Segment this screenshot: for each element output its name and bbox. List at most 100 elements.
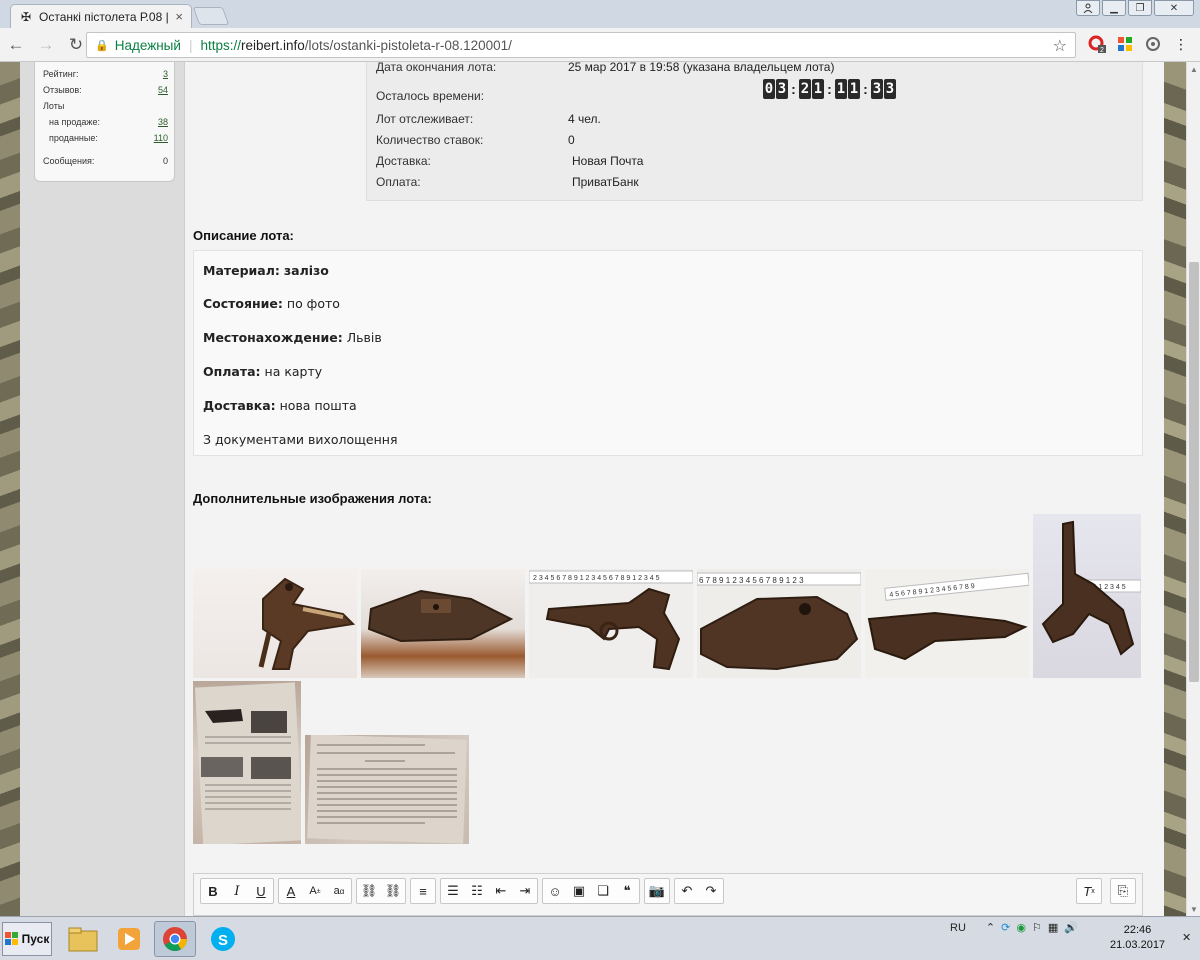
bids-label: Количество ставок: [376,133,484,147]
timer-days-digit: 0 [763,79,775,99]
sync-extension-icon[interactable] [1142,32,1164,56]
maltese-cross-icon: ✠ [20,9,32,24]
bids-row: Количество ставок: 0 [376,133,575,147]
redo-icon[interactable]: ↷ [699,879,723,903]
volume-icon[interactable]: 🔊 [1064,921,1078,934]
italic-icon[interactable]: I [225,879,249,903]
toggle-bbcode-icon[interactable]: ⎘ [1111,879,1135,903]
payment-row: Оплата: ПриватБанк [376,175,639,189]
location-line: Местонахождение: Львів [203,330,382,345]
sync-tray-icon[interactable]: ⟳ [1001,921,1010,934]
lock-icon: 🔒 [95,39,109,52]
puzzle-extension-icon[interactable] [1114,32,1136,56]
opera-extension-icon[interactable]: 2 [1086,32,1108,56]
vertical-scrollbar[interactable]: ▲ ▼ [1186,62,1200,916]
link-icon[interactable]: ⛓ [357,879,381,903]
address-bar[interactable]: 🔒 Надежный | https://reibert.info/lots/o… [86,32,1076,58]
bold-icon[interactable]: B [201,879,225,903]
format-group: B I U [200,878,274,904]
watching-value: 4 чел. [568,112,601,126]
menu-icon[interactable]: ⋮ [1170,32,1192,56]
minimize-button[interactable]: ▁ [1102,0,1126,16]
clock[interactable]: 22:46 21.03.2017 [1110,923,1165,953]
font-size-icon[interactable]: A ± [303,879,327,903]
description-title: Описание лота: [193,228,294,243]
start-button[interactable]: Пуск [2,922,52,956]
underline-icon[interactable]: U [249,879,273,903]
timer-minutes-digit: 1 [848,79,860,99]
font-family-icon[interactable]: aα [327,879,351,903]
numbered-list-icon[interactable]: ☷ [465,879,489,903]
camera-icon[interactable]: 📷 [645,879,669,903]
payment-label: Оплата: [376,175,421,189]
windows-taskbar: Пуск S RU ⌃ ⟳ ◉ ⚐ ▦ 🔊 22:46 21.03.2017 ✕ [0,916,1200,960]
timer-seconds-digit: 3 [871,79,883,99]
sold-label: проданные: [49,133,98,143]
condition-line: Состояние: по фото [203,296,340,311]
align-left-icon[interactable]: ≡ [411,879,435,903]
scroll-down-icon[interactable]: ▼ [1187,902,1200,916]
location-value: Львів [346,330,382,345]
action-center-icon[interactable]: ✕ [1182,931,1191,944]
url-path: /lots/ostanki-pistoleta-r-08.120001/ [304,37,512,53]
user-icon[interactable] [1076,0,1100,16]
tab-title: Останкі пістолета Р.08 | [39,9,169,24]
skype-icon[interactable]: S [202,921,244,957]
outdent-icon[interactable]: ⇤ [489,879,513,903]
lot-image-thumbnail[interactable] [193,569,357,678]
bids-value: 0 [568,133,575,147]
flag-icon[interactable]: ⚐ [1032,921,1042,934]
chrome-icon[interactable] [154,921,196,957]
bookmark-star-icon[interactable]: ☆ [1053,36,1067,56]
lot-image-thumbnail[interactable]: 4 5 6 7 8 9 1 2 3 4 5 6 7 8 9 [865,569,1029,678]
close-window-button[interactable]: ✕ [1154,0,1194,16]
watching-label: Лот отслеживает: [376,112,474,126]
text-color-icon[interactable]: A [279,879,303,903]
quote-icon[interactable]: ❝ [615,879,639,903]
toggle-bbcode-group: ⎘ [1110,878,1136,904]
background-camo-right [1164,62,1186,916]
lot-document-thumbnail[interactable] [193,681,301,844]
lot-document-thumbnail[interactable] [305,735,469,844]
desc-delivery-value: нова пошта [279,398,357,413]
bullet-list-icon[interactable]: ☰ [441,879,465,903]
indent-icon[interactable]: ⇥ [513,879,537,903]
separator: | [188,37,193,53]
show-hidden-icon[interactable]: ⌃ [986,921,995,934]
scroll-up-icon[interactable]: ▲ [1187,62,1200,76]
back-arrow-icon[interactable]: ← [2,31,30,59]
forward-arrow-icon[interactable]: → [32,31,60,59]
delivery-row: Доставка: Новая Почта [376,154,643,168]
end-date-value: 25 мар 2017 в 19:58 (указана владельцем … [568,62,835,74]
lot-image-thumbnail[interactable]: 2 3 4 5 6 7 8 9 1 2 3 4 5 6 7 8 9 1 2 3 … [529,569,693,678]
lot-image-thumbnail[interactable]: 6 7 8 9 1 2 3 4 5 [1033,514,1141,678]
explorer-icon[interactable] [62,921,104,957]
restore-button[interactable]: ❐ [1128,0,1152,16]
list-group: ☰ ☷ ⇤ ⇥ [440,878,538,904]
browser-tab[interactable]: ✠ Останкі пістолета Р.08 | × [10,4,192,28]
unlink-icon[interactable]: ⛓ [381,879,405,903]
selling-link[interactable]: 38 [158,117,168,127]
clock-date: 21.03.2017 [1110,939,1166,951]
remove-format-icon[interactable]: Tx [1077,879,1101,903]
smiley-icon[interactable]: ☺ [543,879,567,903]
sold-row: проданные: 110 [49,133,168,143]
scrollbar-thumb[interactable] [1189,262,1199,682]
media-player-icon[interactable] [108,921,150,957]
messages-label: Сообщения: [43,156,95,166]
undo-icon[interactable]: ↶ [675,879,699,903]
delivery-line: Доставка: нова пошта [203,398,357,413]
close-tab-icon[interactable]: × [175,9,183,24]
language-indicator[interactable]: RU [950,922,966,934]
green-tray-icon[interactable]: ◉ [1016,921,1026,934]
reviews-link[interactable]: 54 [158,85,168,95]
new-tab-button[interactable] [192,7,230,25]
rating-link[interactable]: 3 [163,69,168,79]
media-icon[interactable]: ❏ [591,879,615,903]
location-label: Местонахождение: [203,330,343,345]
lot-image-thumbnail[interactable] [361,569,525,678]
lot-image-thumbnail[interactable]: 6 7 8 9 1 2 3 4 5 6 7 8 9 1 2 3 [697,569,861,678]
network-icon[interactable]: ▦ [1048,921,1058,934]
image-icon[interactable]: ▣ [567,879,591,903]
sold-link[interactable]: 110 [154,133,168,143]
